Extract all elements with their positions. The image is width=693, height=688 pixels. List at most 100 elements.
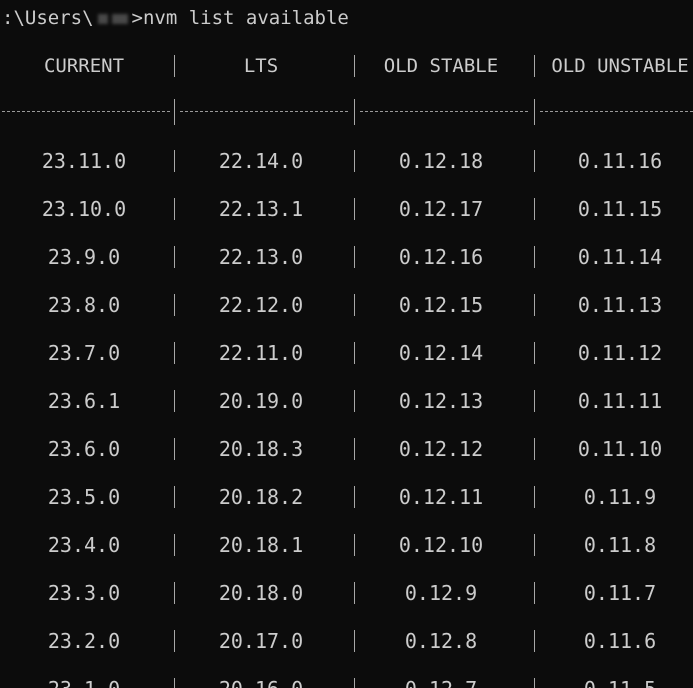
column-separator — [354, 534, 355, 556]
column-separator — [174, 150, 175, 172]
column-separator — [354, 99, 355, 125]
command-line: :\Users\ >nvm list available — [2, 5, 349, 31]
lts-version: 20.19.0 — [218, 389, 304, 413]
divider-dashes — [180, 111, 348, 112]
column-separator — [174, 486, 175, 508]
old-stable-version: 0.12.13 — [398, 389, 484, 413]
table-header: CURRENT LTS OLD STABLE OLD UNSTABLE — [0, 51, 693, 81]
current-version: 23.6.1 — [47, 389, 121, 413]
old-unstable-version: 0.11.6 — [583, 629, 657, 653]
old-stable-version: 0.12.11 — [398, 485, 484, 509]
table-row: 23.1.0 20.16.0 0.12.7 0.11.5 — [0, 674, 693, 688]
lts-version: 22.14.0 — [218, 149, 304, 173]
current-version: 23.2.0 — [47, 629, 121, 653]
old-unstable-version: 0.11.12 — [577, 341, 663, 365]
column-separator — [174, 678, 175, 688]
column-separator — [354, 55, 355, 77]
column-separator — [354, 150, 355, 172]
old-unstable-version: 0.11.13 — [577, 293, 663, 317]
column-separator — [174, 99, 175, 125]
column-separator — [354, 294, 355, 316]
header-old-stable: OLD STABLE — [383, 55, 499, 77]
column-separator — [174, 342, 175, 364]
old-unstable-version: 0.11.7 — [583, 581, 657, 605]
column-separator — [534, 198, 535, 220]
table-row: 23.7.0 22.11.0 0.12.14 0.11.12 — [0, 338, 693, 368]
column-separator — [354, 246, 355, 268]
current-version: 23.1.0 — [0, 674, 168, 688]
column-separator — [354, 198, 355, 220]
table-row: 23.10.0 22.13.1 0.12.17 0.11.15 — [0, 194, 693, 224]
lts-version: 22.13.0 — [218, 245, 304, 269]
table-row: 23.4.0 20.18.1 0.12.10 0.11.8 — [0, 530, 693, 560]
old-unstable-version: 0.11.16 — [577, 149, 663, 173]
column-separator — [534, 294, 535, 316]
terminal-window[interactable]: :\Users\ >nvm list available CURRENT LTS … — [0, 0, 693, 688]
old-unstable-version: 0.11.14 — [577, 245, 663, 269]
column-separator — [354, 438, 355, 460]
header-current: CURRENT — [43, 55, 125, 77]
table-row: 23.6.0 20.18.3 0.12.12 0.11.10 — [0, 434, 693, 464]
divider-dashes — [540, 111, 693, 112]
old-unstable-version: 0.11.15 — [577, 197, 663, 221]
lts-version: 20.17.0 — [218, 629, 304, 653]
table-row: 23.2.0 20.17.0 0.12.8 0.11.6 — [0, 626, 693, 656]
command-text: >nvm list available — [131, 7, 349, 29]
old-stable-version: 0.12.8 — [404, 629, 478, 653]
column-separator — [174, 246, 175, 268]
current-version: 23.6.0 — [47, 437, 121, 461]
divider-dashes — [2, 111, 170, 112]
column-separator — [534, 678, 535, 688]
column-separator — [174, 55, 175, 77]
current-version: 23.5.0 — [47, 485, 121, 509]
lts-version: 22.12.0 — [218, 293, 304, 317]
column-separator — [534, 150, 535, 172]
old-stable-version: 0.12.7 — [360, 674, 522, 688]
old-unstable-version: 0.11.9 — [583, 485, 657, 509]
old-stable-version: 0.12.10 — [398, 533, 484, 557]
column-separator — [534, 630, 535, 652]
column-separator — [354, 630, 355, 652]
column-separator — [534, 438, 535, 460]
prompt-path: :\Users\ — [2, 7, 94, 29]
lts-version: 20.18.3 — [218, 437, 304, 461]
column-separator — [354, 678, 355, 688]
column-separator — [534, 55, 535, 77]
column-separator — [174, 438, 175, 460]
current-version: 23.11.0 — [41, 149, 127, 173]
column-separator — [174, 630, 175, 652]
header-divider — [0, 97, 693, 127]
table-row: 23.5.0 20.18.2 0.12.11 0.11.9 — [0, 482, 693, 512]
current-version: 23.10.0 — [41, 197, 127, 221]
current-version: 23.3.0 — [47, 581, 121, 605]
current-version: 23.4.0 — [47, 533, 121, 557]
old-unstable-version: 0.11.8 — [583, 533, 657, 557]
current-version: 23.7.0 — [47, 341, 121, 365]
column-separator — [354, 342, 355, 364]
redacted-username — [96, 12, 130, 26]
column-separator — [534, 342, 535, 364]
lts-version: 20.18.2 — [218, 485, 304, 509]
old-stable-version: 0.12.18 — [398, 149, 484, 173]
column-separator — [534, 246, 535, 268]
column-separator — [354, 582, 355, 604]
column-separator — [534, 486, 535, 508]
column-separator — [174, 534, 175, 556]
lts-version: 20.16.0 — [180, 674, 342, 688]
column-separator — [534, 582, 535, 604]
column-separator — [534, 534, 535, 556]
current-version: 23.9.0 — [47, 245, 121, 269]
header-old-unstable: OLD UNSTABLE — [551, 55, 689, 77]
lts-version: 22.11.0 — [218, 341, 304, 365]
old-unstable-version: 0.11.11 — [577, 389, 663, 413]
old-unstable-version: 0.11.10 — [577, 437, 663, 461]
lts-version: 20.18.0 — [218, 581, 304, 605]
column-separator — [354, 390, 355, 412]
lts-version: 22.13.1 — [218, 197, 304, 221]
column-separator — [174, 198, 175, 220]
old-stable-version: 0.12.14 — [398, 341, 484, 365]
old-stable-version: 0.12.16 — [398, 245, 484, 269]
column-separator — [354, 486, 355, 508]
table-row: 23.6.1 20.19.0 0.12.13 0.11.11 — [0, 386, 693, 416]
column-separator — [174, 390, 175, 412]
